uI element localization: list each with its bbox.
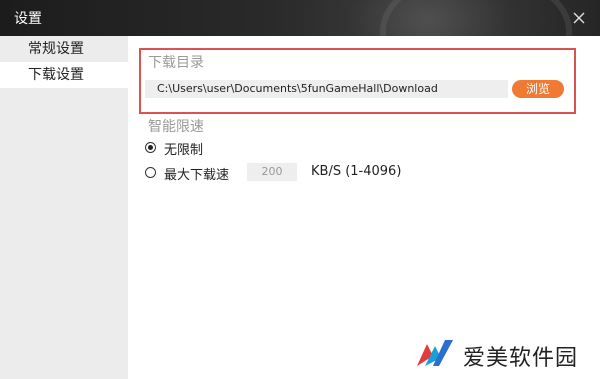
max-speed-radio-label[interactable]: 最大下载速 bbox=[164, 164, 229, 183]
titlebar-decoration-ring bbox=[380, 0, 572, 36]
speed-unit-text: KB/S (1-4096) bbox=[311, 164, 402, 179]
sidebar-item-download-settings[interactable]: 下载设置 bbox=[0, 62, 128, 88]
window-title: 设置 bbox=[14, 11, 42, 27]
unlimited-radio-label[interactable]: 无限制 bbox=[164, 139, 203, 158]
download-path-input[interactable]: C:\Users\user\Documents\5funGameHall\Dow… bbox=[145, 80, 508, 98]
sidebar-item-label: 常规设置 bbox=[28, 41, 84, 57]
download-dir-section-label: 下载目录 bbox=[148, 55, 204, 71]
max-speed-input[interactable]: 200 bbox=[247, 163, 297, 181]
close-icon[interactable] bbox=[570, 9, 588, 27]
sidebar-item-label: 下载设置 bbox=[28, 67, 84, 83]
unlimited-radio[interactable] bbox=[145, 142, 156, 153]
max-speed-radio[interactable] bbox=[145, 167, 156, 178]
browse-button[interactable]: 浏览 bbox=[512, 80, 564, 98]
sidebar-item-general-settings[interactable]: 常规设置 bbox=[0, 36, 128, 62]
watermark-logo-icon bbox=[417, 340, 453, 366]
speed-limit-section-label: 智能限速 bbox=[148, 119, 204, 135]
settings-sidebar: 常规设置 下载设置 bbox=[0, 36, 128, 379]
title-bar: 设置 bbox=[0, 0, 600, 36]
watermark-text: 爱美软件园 bbox=[463, 346, 579, 371]
